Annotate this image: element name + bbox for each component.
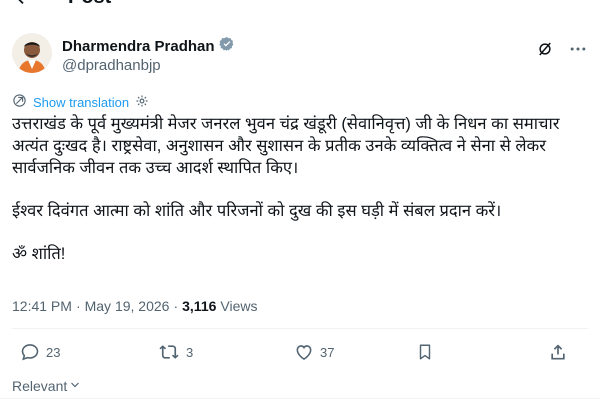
views-count: 3,116: [182, 298, 217, 314]
post-paragraph: ॐ शांति!: [12, 245, 66, 263]
repost-icon: [158, 342, 180, 362]
repost-count: 3: [186, 344, 194, 360]
post-date[interactable]: May 19, 2026: [85, 298, 170, 314]
views-label: Views: [220, 298, 258, 314]
reply-icon: [20, 342, 40, 362]
author-name[interactable]: Dharmendra Pradhan: [62, 38, 215, 56]
heart-icon: [294, 342, 314, 362]
show-translation-link[interactable]: Show translation: [12, 93, 149, 111]
settings-gear-icon[interactable]: [135, 94, 149, 111]
sort-relevant-dropdown[interactable]: Relevant: [12, 378, 81, 394]
translate-icon: [12, 93, 27, 111]
share-icon: [548, 342, 568, 362]
author-name-row: Dharmendra Pradhan: [62, 36, 235, 57]
post-paragraph: उत्तराखंड के पूर्व मुख्यमंत्री मेजर जनरल…: [12, 115, 560, 177]
share-button[interactable]: [548, 342, 568, 362]
post-paragraph: ईश्वर दिवंगत आत्मा को शांति और परिजनों क…: [12, 202, 502, 220]
bookmark-icon: [416, 342, 434, 362]
top-bar: Post: [0, 0, 600, 10]
author-handle[interactable]: @dpradhanbjp: [62, 57, 161, 75]
page-title: Post: [68, 0, 111, 8]
relevant-label: Relevant: [12, 378, 68, 394]
meta-separator: ·: [173, 298, 179, 314]
reply-count: 23: [46, 344, 61, 360]
repost-button[interactable]: 3: [158, 342, 193, 362]
post-meta: 12:41 PM · May 19, 2026 · 3,116 Views: [12, 298, 257, 314]
avatar[interactable]: [12, 33, 52, 73]
divider: [12, 328, 588, 329]
post-body: उत्तराखंड के पूर्व मुख्यमंत्री मेजर जनरल…: [12, 113, 582, 265]
grok-icon[interactable]: [536, 40, 554, 63]
more-options-icon[interactable]: [568, 39, 588, 64]
header-actions: [536, 39, 588, 64]
post-header: Dharmendra Pradhan @dpradhanbjp: [12, 33, 588, 83]
bookmark-button[interactable]: [416, 342, 434, 362]
action-bar: 23 3 37: [12, 342, 572, 370]
like-count: 37: [320, 344, 335, 360]
verified-badge-icon: [218, 36, 235, 57]
like-button[interactable]: 37: [294, 342, 334, 362]
reply-button[interactable]: 23: [20, 342, 60, 362]
chevron-down-icon: [69, 378, 81, 394]
meta-separator: ·: [75, 298, 81, 314]
show-translation-label: Show translation: [33, 94, 130, 110]
divider: [0, 398, 600, 399]
post-time[interactable]: 12:41 PM: [12, 298, 72, 314]
back-arrow-icon[interactable]: [12, 0, 34, 8]
